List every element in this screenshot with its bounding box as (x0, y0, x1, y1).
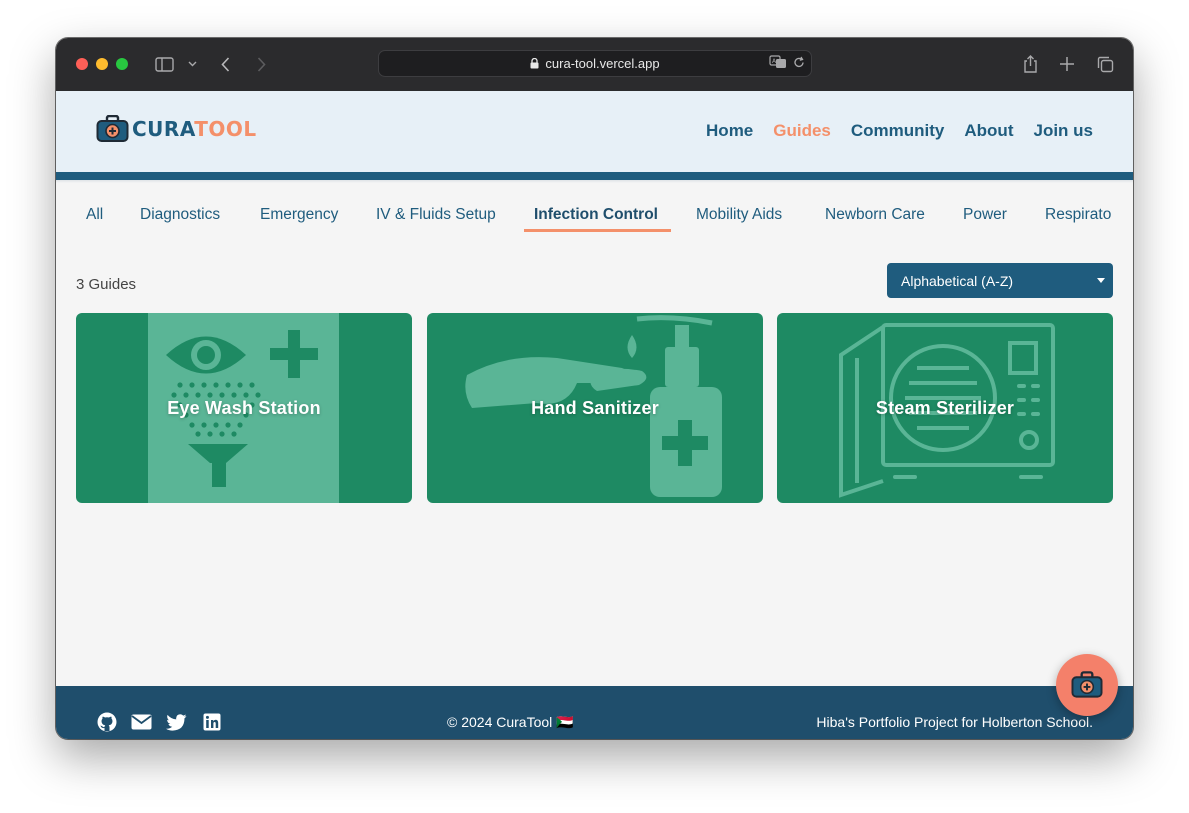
site-header: CURATOOL Home Guides Community About Joi… (56, 91, 1133, 172)
address-text: cura-tool.vercel.app (545, 56, 660, 71)
sidebar-toggle-icon[interactable] (153, 52, 175, 76)
twitter-icon[interactable] (166, 712, 187, 732)
linkedin-icon[interactable] (201, 712, 222, 732)
chevron-down-icon (1097, 278, 1105, 283)
tab-overview-icon[interactable] (1094, 52, 1116, 76)
nav-home[interactable]: Home (706, 121, 753, 141)
main-nav: Home Guides Community About Join us (706, 121, 1093, 141)
guide-card-title: Eye Wash Station (167, 397, 321, 418)
new-tab-icon[interactable] (1057, 52, 1077, 76)
browser-toolbar: cura-tool.vercel.app A (56, 38, 1133, 91)
tab-iv-fluids-setup[interactable]: IV & Fluids Setup (376, 206, 496, 230)
tab-power[interactable]: Power (963, 206, 1007, 230)
nav-about[interactable]: About (964, 121, 1013, 141)
tab-respiratory[interactable]: Respirato (1045, 206, 1111, 230)
chevron-down-icon[interactable] (185, 52, 199, 76)
header-divider (56, 172, 1133, 180)
tab-newborn-care[interactable]: Newborn Care (825, 206, 925, 230)
guide-count: 3 Guides (76, 276, 137, 293)
guide-card-title: Steam Sterilizer (875, 397, 1015, 418)
guide-card-eye-wash-station[interactable]: Eye Wash Station (76, 313, 412, 503)
active-tab-indicator (524, 229, 671, 232)
sort-select-value: Alphabetical (A-Z) (901, 272, 1014, 289)
tab-emergency[interactable]: Emergency (260, 206, 338, 230)
close-window-button[interactable] (76, 58, 88, 70)
tab-mobility-aids[interactable]: Mobility Aids (696, 206, 782, 230)
nav-join-us[interactable]: Join us (1033, 121, 1093, 141)
logo-text-tool: TOOL (194, 117, 257, 141)
share-icon[interactable] (1020, 52, 1040, 76)
copyright-text: © 2024 CuraTool 🇸🇩 (447, 714, 574, 730)
address-bar[interactable]: cura-tool.vercel.app A (378, 50, 812, 77)
sort-select[interactable]: Alphabetical (A-Z) (887, 263, 1113, 298)
curatool-logo[interactable]: CURATOOL (96, 113, 257, 145)
tab-all[interactable]: All (86, 206, 103, 230)
lock-icon (530, 58, 539, 69)
guide-card-steam-sterilizer[interactable]: Steam Sterilizer (777, 313, 1113, 503)
nav-community[interactable]: Community (851, 121, 945, 141)
maximize-window-button[interactable] (116, 58, 128, 70)
back-icon[interactable] (216, 52, 234, 76)
header-shadow (56, 180, 1133, 183)
floating-kit-button[interactable] (1056, 654, 1118, 716)
guide-card-title: Hand Sanitizer (531, 397, 659, 418)
guide-card-hand-sanitizer[interactable]: Hand Sanitizer (427, 313, 763, 503)
browser-window: cura-tool.vercel.app A CURATOOL Home Gui… (56, 38, 1133, 739)
logo-text-cura: CURA (132, 117, 195, 141)
github-icon[interactable] (96, 712, 117, 732)
reload-icon[interactable] (793, 56, 805, 72)
credit-text: Hiba's Portfolio Project for Holberton S… (816, 714, 1093, 730)
site-footer: © 2024 CuraTool 🇸🇩 Hiba's Portfolio Proj… (56, 686, 1133, 739)
minimize-window-button[interactable] (96, 58, 108, 70)
forward-icon[interactable] (252, 52, 270, 76)
medical-kit-icon (1071, 671, 1103, 698)
mail-icon[interactable] (131, 712, 152, 732)
nav-guides[interactable]: Guides (773, 121, 831, 141)
tab-infection-control[interactable]: Infection Control (534, 206, 658, 230)
translate-icon[interactable]: A (769, 55, 787, 72)
medical-kit-icon (96, 115, 129, 142)
tab-diagnostics[interactable]: Diagnostics (140, 206, 220, 230)
social-links (96, 712, 222, 732)
